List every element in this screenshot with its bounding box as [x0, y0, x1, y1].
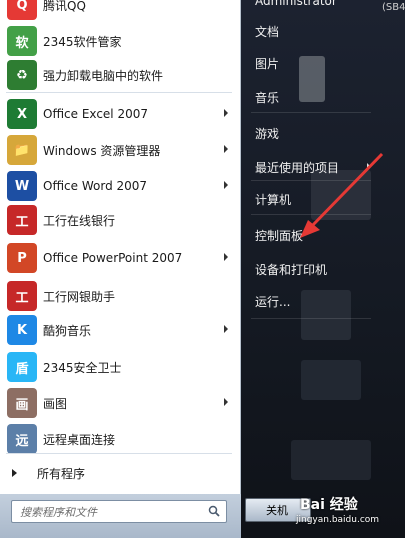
icbc-logo-icon: 工 [7, 205, 37, 235]
submenu-arrow-icon[interactable] [224, 181, 228, 189]
program-item[interactable]: 盾 2345安全卫士 [2, 350, 238, 384]
places-item[interactable]: Administrator [255, 0, 337, 12]
program-item[interactable]: 远远程桌面连接 [2, 422, 238, 456]
places-item[interactable]: 设备和打印机 [255, 258, 327, 280]
search-icon[interactable] [208, 505, 220, 517]
separator [6, 453, 232, 454]
search-input[interactable] [12, 503, 200, 522]
all-programs-button[interactable]: 所有程序 [2, 458, 238, 488]
recycle-bin-icon: ♻ [7, 60, 37, 90]
program-item-label: 强力卸载电脑中的软件 [43, 68, 164, 83]
program-item[interactable]: W Office Word 2007 [2, 169, 238, 203]
program-item[interactable]: 工工行网银助手 [2, 279, 238, 313]
background-blur [301, 290, 351, 340]
program-item-label: Office Word 2007 [43, 179, 148, 193]
program-item-label: 工行网银助手 [43, 289, 116, 304]
excel-icon: X [7, 99, 37, 129]
program-item-label: Office Excel 2007 [43, 107, 148, 121]
program-item[interactable]: 工工行在线银行 [2, 203, 238, 237]
submenu-arrow-icon[interactable] [224, 253, 228, 261]
program-item[interactable]: ♻ 强力卸载电脑中的软件 [2, 58, 238, 92]
software-manager-icon: 软 [7, 26, 37, 56]
folder-explorer-icon: 📁 [7, 135, 37, 165]
separator [6, 92, 232, 93]
kugou-music-icon: K [7, 315, 37, 345]
submenu-arrow-icon[interactable] [224, 145, 228, 153]
user-picture [299, 56, 325, 102]
places-item[interactable]: 计算机 [255, 188, 291, 210]
paint-palette-icon: 画 [7, 388, 37, 418]
watermark-url: jingyan.baidu.com [296, 515, 380, 525]
program-item-label: 工行在线银行 [43, 213, 116, 228]
program-item-label: 画图 [43, 396, 68, 411]
background-blur [301, 360, 361, 400]
places-item[interactable]: 图片 [255, 52, 279, 74]
program-item-label: 腾讯QQ [43, 0, 86, 13]
separator [251, 112, 371, 113]
watermark-logo: Bai 经验 [300, 497, 358, 513]
program-item[interactable]: P Office PowerPoint 2007 [2, 241, 238, 275]
arrow-right-icon [12, 469, 17, 477]
all-programs-label: 所有程序 [37, 466, 86, 481]
submenu-arrow-icon[interactable] [224, 325, 228, 333]
program-item[interactable]: K 酷狗音乐 [2, 313, 238, 347]
submenu-arrow-icon[interactable] [224, 398, 228, 406]
program-item-label: 2345软件管家 [43, 34, 122, 49]
annotation-arrow-icon [300, 152, 384, 238]
search-box[interactable] [11, 500, 227, 523]
program-item[interactable]: Q 腾讯QQ [2, 0, 238, 22]
program-item[interactable]: 软 2345软件管家 [2, 24, 238, 58]
separator [251, 318, 371, 319]
start-menu-programs-panel: Q 腾讯QQ 软 2345软件管家 ♻ 强力卸载电脑中的软件 X Office Excel 2… [0, 0, 241, 500]
program-item[interactable]: 📁 Windows 资源管理器 [2, 133, 238, 167]
start-menu-places-panel: Administrator 文档 图片 音乐 游戏 最近使用的项目 计算机 控制面板 设备和打印… [241, 0, 405, 538]
program-item-label: 2345安全卫士 [43, 360, 122, 375]
background-blur [291, 440, 371, 480]
places-item[interactable]: 音乐 [255, 86, 279, 108]
powerpoint-icon: P [7, 243, 37, 273]
remote-desktop-icon: 远 [7, 424, 37, 454]
program-item-label: 远程桌面连接 [43, 432, 116, 447]
submenu-arrow-icon[interactable] [224, 109, 228, 117]
program-item[interactable]: X Office Excel 2007 [2, 97, 238, 131]
places-item[interactable]: 文档 [255, 20, 279, 42]
places-item[interactable]: 运行... [255, 290, 290, 312]
search-area [0, 494, 241, 538]
program-item-label: Office PowerPoint 2007 [43, 251, 183, 265]
qq-penguin-icon: Q [7, 0, 37, 20]
word-icon: W [7, 171, 37, 201]
program-item[interactable]: 画画图 [2, 386, 238, 420]
program-item-label: Windows 资源管理器 [43, 143, 161, 158]
background-window-text: (SB4 [382, 2, 405, 13]
places-item[interactable]: 游戏 [255, 122, 279, 144]
icbc-assistant-icon: 工 [7, 281, 37, 311]
program-item-label: 酷狗音乐 [43, 323, 92, 338]
shutdown-label: 关机 [266, 504, 288, 517]
security-shield-icon: 盾 [7, 352, 37, 382]
